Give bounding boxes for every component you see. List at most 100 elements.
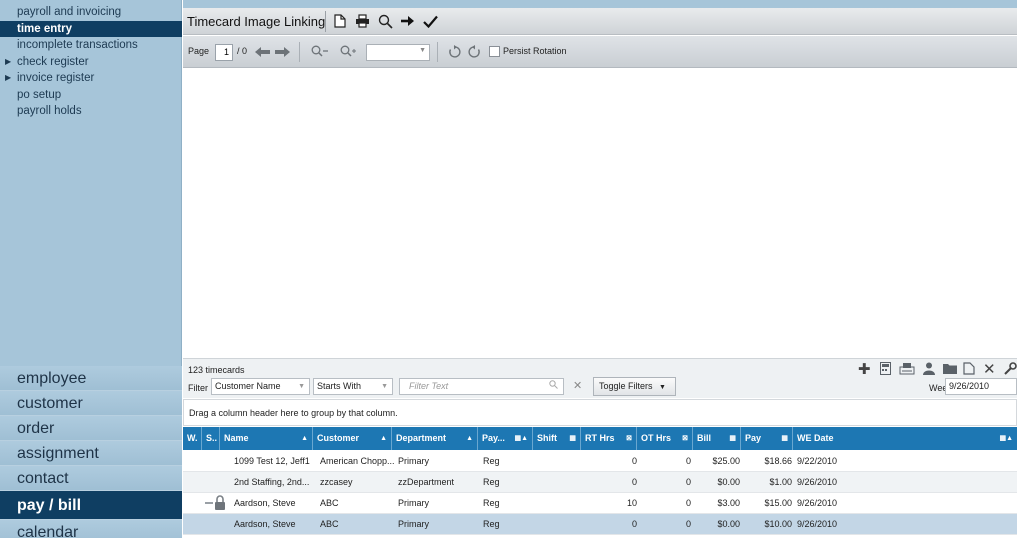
zoom-in-icon[interactable] [340, 43, 358, 61]
search-icon[interactable] [376, 12, 394, 30]
zoom-out-icon[interactable] [311, 43, 329, 61]
group-by-area[interactable]: Drag a column header here to group by th… [183, 399, 1017, 426]
column-header[interactable]: Bill ▦ [693, 427, 741, 450]
column-menu-icon[interactable]: ▦ [729, 427, 736, 450]
arrow-right-icon[interactable] [398, 12, 416, 30]
table-row[interactable]: 1099 Test 12, Jeff1 American Chopp... Prim… [183, 451, 1017, 472]
folder-icon[interactable] [943, 362, 957, 377]
column-menu-icon[interactable]: ⊠ [682, 427, 688, 450]
filter-field-select[interactable]: Customer Name ▼ [211, 378, 310, 395]
column-header-label: Shift [537, 433, 557, 443]
top-strip [183, 0, 1017, 8]
main-nav-item[interactable]: calendar [0, 520, 182, 538]
column-header[interactable]: RT Hrs ⊠ [581, 427, 637, 450]
column-menu-icon[interactable]: ▲ [380, 427, 387, 450]
filter-text-input[interactable]: Filter Text [399, 378, 564, 395]
rotate-left-icon[interactable] [447, 43, 461, 61]
cell-customer: ABC [320, 498, 339, 508]
persist-rotation-label: Persist Rotation [503, 46, 567, 56]
persist-rotation-checkbox[interactable] [489, 46, 500, 57]
column-menu-icon[interactable]: ▦▲ [514, 427, 528, 450]
chevron-down-icon: ▼ [419, 47, 426, 54]
cell-bill: $3.00 [717, 498, 740, 508]
table-row[interactable]: Aardson, Steve ABC Primary Reg 10 0 $3.00 $15.0… [183, 493, 1017, 514]
column-header[interactable]: Pay ▦ [741, 427, 793, 450]
chevron-down-icon: ▼ [659, 384, 666, 391]
subnav-item-label: incomplete transactions [17, 39, 138, 51]
subnav-item[interactable]: po setup [0, 87, 182, 104]
column-menu-icon[interactable]: ▦ [781, 427, 788, 450]
add-icon[interactable]: ✚ [858, 360, 871, 378]
user-icon[interactable] [923, 362, 935, 378]
chevron-down-icon: ▼ [381, 383, 388, 390]
column-header[interactable]: Shift ▦ [533, 427, 581, 450]
copy-icon[interactable] [963, 362, 975, 378]
rotate-right-icon[interactable] [468, 43, 482, 61]
next-page-icon[interactable] [274, 43, 290, 61]
grid-toolbar: 123 timecards ✚ ✕ Filter Customer Name ▼… [183, 358, 1017, 398]
column-header-label: Pay... [482, 433, 505, 443]
main-nav-item[interactable]: pay / bill [0, 491, 182, 520]
table-row[interactable]: 2nd Staffing, 2nd... zzcasey zzDepartment R… [183, 472, 1017, 493]
column-header[interactable]: S.. [202, 427, 220, 450]
cell-pay: $10.00 [764, 519, 792, 529]
zoom-select[interactable]: ▼ [366, 44, 430, 61]
column-header-label: WE Date [797, 433, 834, 443]
column-header[interactable]: Pay... ▦▲ [478, 427, 533, 450]
cell-pay-type: Reg [483, 477, 500, 487]
main-nav-item[interactable]: contact [0, 466, 182, 491]
subnav-item[interactable]: payroll and invoicing [0, 4, 182, 21]
column-menu-icon[interactable]: ⊠ [626, 427, 632, 450]
column-menu-icon[interactable]: ▦▲ [999, 427, 1013, 450]
main-nav-item[interactable]: customer [0, 391, 182, 416]
subnav-item[interactable]: incomplete transactions [0, 37, 182, 54]
main-nav-item[interactable]: employee [0, 366, 182, 391]
column-header[interactable]: Customer ▲ [313, 427, 392, 450]
clear-filter-icon[interactable]: ✕ [573, 379, 582, 392]
filter-operator-select[interactable]: Starts With ▼ [313, 378, 393, 395]
subnav-item-label: payroll and invoicing [17, 6, 122, 18]
expand-arrow-icon[interactable]: ▶ [5, 54, 11, 71]
filter-label: Filter [188, 383, 208, 393]
cell-pay-type: Reg [483, 519, 500, 529]
cell-we-date: 9/22/2010 [797, 456, 838, 466]
page-number-input[interactable]: 1 [215, 44, 233, 61]
cell-department: zzDepartment [398, 477, 455, 487]
main-nav-item[interactable]: order [0, 416, 182, 441]
subnav-item[interactable]: payroll holds [0, 103, 182, 120]
link-icon[interactable] [1003, 362, 1017, 379]
subnav-item[interactable]: ▶ check register [0, 54, 182, 71]
column-header[interactable]: Department ▲ [392, 427, 478, 450]
column-header[interactable]: W. [183, 427, 202, 450]
import-icon[interactable] [899, 362, 915, 378]
column-menu-icon[interactable]: ▲ [301, 427, 308, 450]
column-header[interactable]: Name ▲ [220, 427, 313, 450]
cell-name: 1099 Test 12, Jeff1 [234, 456, 310, 466]
column-header-label: S.. [206, 433, 218, 443]
cell-rt-hrs: 0 [631, 519, 637, 529]
subnav-item[interactable]: ▶ invoice register [0, 70, 182, 87]
previous-page-icon[interactable] [255, 43, 271, 61]
cell-we-date: 9/26/2010 [797, 519, 838, 529]
main-nav-item[interactable]: assignment [0, 441, 182, 466]
checkmark-icon[interactable] [421, 12, 439, 30]
delete-icon[interactable]: ✕ [983, 360, 996, 378]
cell-department: Primary [398, 498, 429, 508]
column-menu-icon[interactable]: ▲ [466, 427, 473, 450]
cell-name: Aardson, Steve [234, 519, 296, 529]
cell-ot-hrs: 0 [685, 498, 691, 508]
calculator-icon[interactable] [880, 362, 891, 378]
column-menu-icon[interactable]: ▦ [569, 427, 576, 450]
table-row[interactable]: Aardson, Steve ABC Primary Reg 0 0 $0.00 $10.00… [183, 514, 1017, 535]
group-by-hint: Drag a column header here to group by th… [189, 408, 398, 418]
cell-name: 2nd Staffing, 2nd... [234, 477, 310, 487]
week-input[interactable]: 9/26/2010 [945, 378, 1017, 395]
toggle-filters-button[interactable]: Toggle Filters ▼ [593, 377, 676, 396]
column-header[interactable]: WE Date ▦▲ [793, 427, 1017, 450]
print-icon[interactable] [353, 12, 371, 30]
new-document-icon[interactable] [331, 12, 349, 30]
column-header[interactable]: OT Hrs ⊠ [637, 427, 693, 450]
main-toolbar: Timecard Image Linking [183, 8, 1017, 35]
expand-arrow-icon[interactable]: ▶ [5, 70, 11, 87]
subnav-item[interactable]: time entry [0, 20, 182, 37]
